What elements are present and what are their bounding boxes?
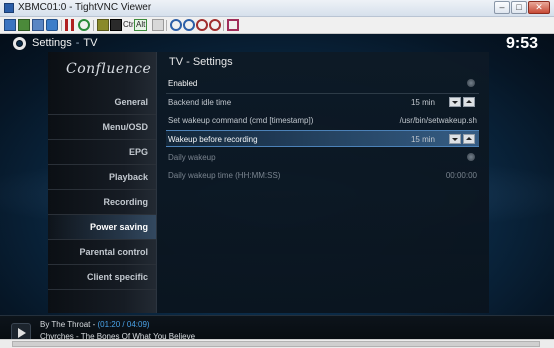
toolbar-separator — [93, 20, 94, 31]
options-icon[interactable] — [32, 19, 44, 31]
menu-item-parental-control[interactable]: Parental control — [48, 240, 156, 265]
setting-label: Backend idle time — [168, 98, 232, 107]
setting-label: Daily wakeup time (HH:MM:SS) — [168, 171, 281, 180]
setting-row-enabled[interactable]: Enabled — [166, 75, 479, 92]
zoom-in-icon[interactable] — [170, 19, 182, 31]
settings-menu-list: General Menu/OSD EPG Playback Recording … — [48, 90, 156, 290]
now-playing-time: (01:20 / 04:09) — [97, 320, 150, 329]
setting-row-wakeup-before-recording[interactable]: Wakeup before recording 15 min — [166, 130, 479, 147]
setting-value: /usr/bin/setwakeup.sh — [399, 116, 477, 125]
fullscreen-icon[interactable] — [227, 19, 239, 31]
window-titlebar[interactable]: XBMC01:0 - TightVNC Viewer – □ ✕ — [0, 0, 554, 17]
now-playing-track: By The Throat - — [40, 320, 98, 329]
clock: 9:53 — [505, 35, 538, 52]
setting-label: Set wakeup command (cmd [timestamp]) — [168, 116, 314, 125]
setting-label: Wakeup before recording — [168, 135, 258, 144]
ctrl-esc-icon[interactable] — [110, 19, 122, 31]
remote-screen[interactable]: Settings - TV 9:53 Confluence General Menu… — [0, 34, 554, 348]
zoom-fit-icon[interactable] — [196, 19, 208, 31]
tightvnc-app-icon — [4, 3, 14, 13]
window-title: XBMC01:0 - TightVNC Viewer — [18, 2, 152, 13]
radio-toggle-icon[interactable] — [467, 79, 475, 87]
refresh-icon[interactable] — [78, 19, 90, 31]
now-playing-title: By The Throat - (01:20 / 04:09) — [40, 320, 150, 329]
setting-value: 15 min — [410, 135, 435, 144]
scrollbar-thumb[interactable] — [12, 341, 540, 347]
menu-item-client-specific[interactable]: Client specific — [48, 265, 156, 290]
setting-row-daily-wakeup[interactable]: Daily wakeup — [166, 149, 479, 166]
setting-row-backend-idle-time[interactable]: Backend idle time 15 min — [166, 94, 479, 111]
setting-label: Enabled — [168, 79, 198, 88]
menu-item-epg[interactable]: EPG — [48, 140, 156, 165]
toolbar-separator — [223, 20, 224, 31]
spin-down-icon[interactable] — [449, 97, 461, 107]
window-controls: – □ ✕ — [494, 1, 550, 14]
settings-panel: TV - Settings Enabled Backend idle time … — [157, 52, 489, 313]
setting-row-wakeup-command[interactable]: Set wakeup command (cmd [timestamp]) /us… — [166, 112, 479, 129]
settings-menu-panel: Confluence General Menu/OSD EPG Playback… — [48, 52, 157, 313]
confluence-logo: Confluence — [66, 61, 152, 77]
new-connection-icon[interactable] — [4, 19, 16, 31]
menu-item-menu-osd[interactable]: Menu/OSD — [48, 115, 156, 140]
spin-up-icon[interactable] — [463, 97, 475, 107]
setting-value: 15 min — [410, 98, 435, 107]
radio-toggle-icon[interactable] — [467, 153, 475, 161]
breadcrumb-section: Settings — [32, 37, 72, 49]
breadcrumb: Settings - TV — [32, 37, 97, 49]
clipboard-icon[interactable] — [152, 19, 164, 31]
close-button[interactable]: ✕ — [528, 1, 550, 14]
alt-key-button[interactable]: Alt — [134, 19, 148, 31]
settings-title: TV - Settings — [169, 56, 233, 68]
toolbar-separator — [166, 20, 167, 31]
menu-item-power-saving[interactable]: Power saving — [48, 215, 156, 240]
info-icon[interactable] — [46, 19, 58, 31]
save-icon[interactable] — [18, 19, 30, 31]
menu-item-playback[interactable]: Playback — [48, 165, 156, 190]
menu-item-general[interactable]: General — [48, 90, 156, 115]
minimize-button[interactable]: – — [494, 1, 510, 14]
spin-up-icon[interactable] — [463, 134, 475, 144]
horizontal-scrollbar[interactable] — [0, 339, 554, 348]
toolbar-separator — [61, 20, 62, 31]
setting-row-daily-wakeup-time[interactable]: Daily wakeup time (HH:MM:SS) 00:00:00 — [166, 167, 479, 184]
zoom-full-icon[interactable] — [209, 19, 221, 31]
pause-icon[interactable] — [65, 19, 74, 31]
settings-gear-icon — [13, 37, 26, 50]
setting-value: 00:00:00 — [445, 171, 477, 180]
ctrl-alt-del-icon[interactable] — [97, 19, 109, 31]
spin-down-icon[interactable] — [449, 134, 461, 144]
maximize-button[interactable]: □ — [511, 1, 527, 14]
breadcrumb-separator: - — [75, 37, 80, 49]
vnc-toolbar: Ctrl Alt — [0, 17, 554, 34]
menu-item-recording[interactable]: Recording — [48, 190, 156, 215]
setting-label: Daily wakeup — [168, 153, 216, 162]
zoom-out-icon[interactable] — [183, 19, 195, 31]
breadcrumb-page: TV — [83, 37, 98, 49]
